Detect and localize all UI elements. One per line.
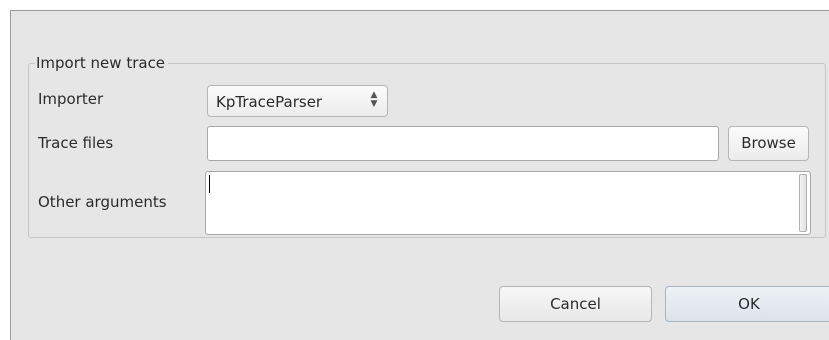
- groupbox-title: Import new trace: [35, 53, 169, 73]
- other-arguments-label: Other arguments: [38, 193, 167, 211]
- browse-button[interactable]: Browse: [728, 126, 809, 161]
- trace-files-input[interactable]: [207, 126, 719, 161]
- text-cursor: [209, 175, 210, 193]
- import-trace-dialog: Import new trace Importer KpTraceParser …: [10, 10, 829, 340]
- updown-arrows-icon: ▲ ▼: [370, 90, 378, 109]
- other-arguments-textarea[interactable]: [205, 171, 811, 235]
- cancel-button[interactable]: Cancel: [499, 286, 652, 322]
- importer-label: Importer: [38, 90, 104, 108]
- importer-selected-value: KpTraceParser: [216, 93, 323, 111]
- trace-files-label: Trace files: [38, 134, 114, 152]
- ok-button[interactable]: OK: [665, 286, 829, 322]
- importer-select[interactable]: KpTraceParser ▲ ▼: [207, 85, 388, 117]
- textarea-scrollbar[interactable]: [799, 174, 807, 232]
